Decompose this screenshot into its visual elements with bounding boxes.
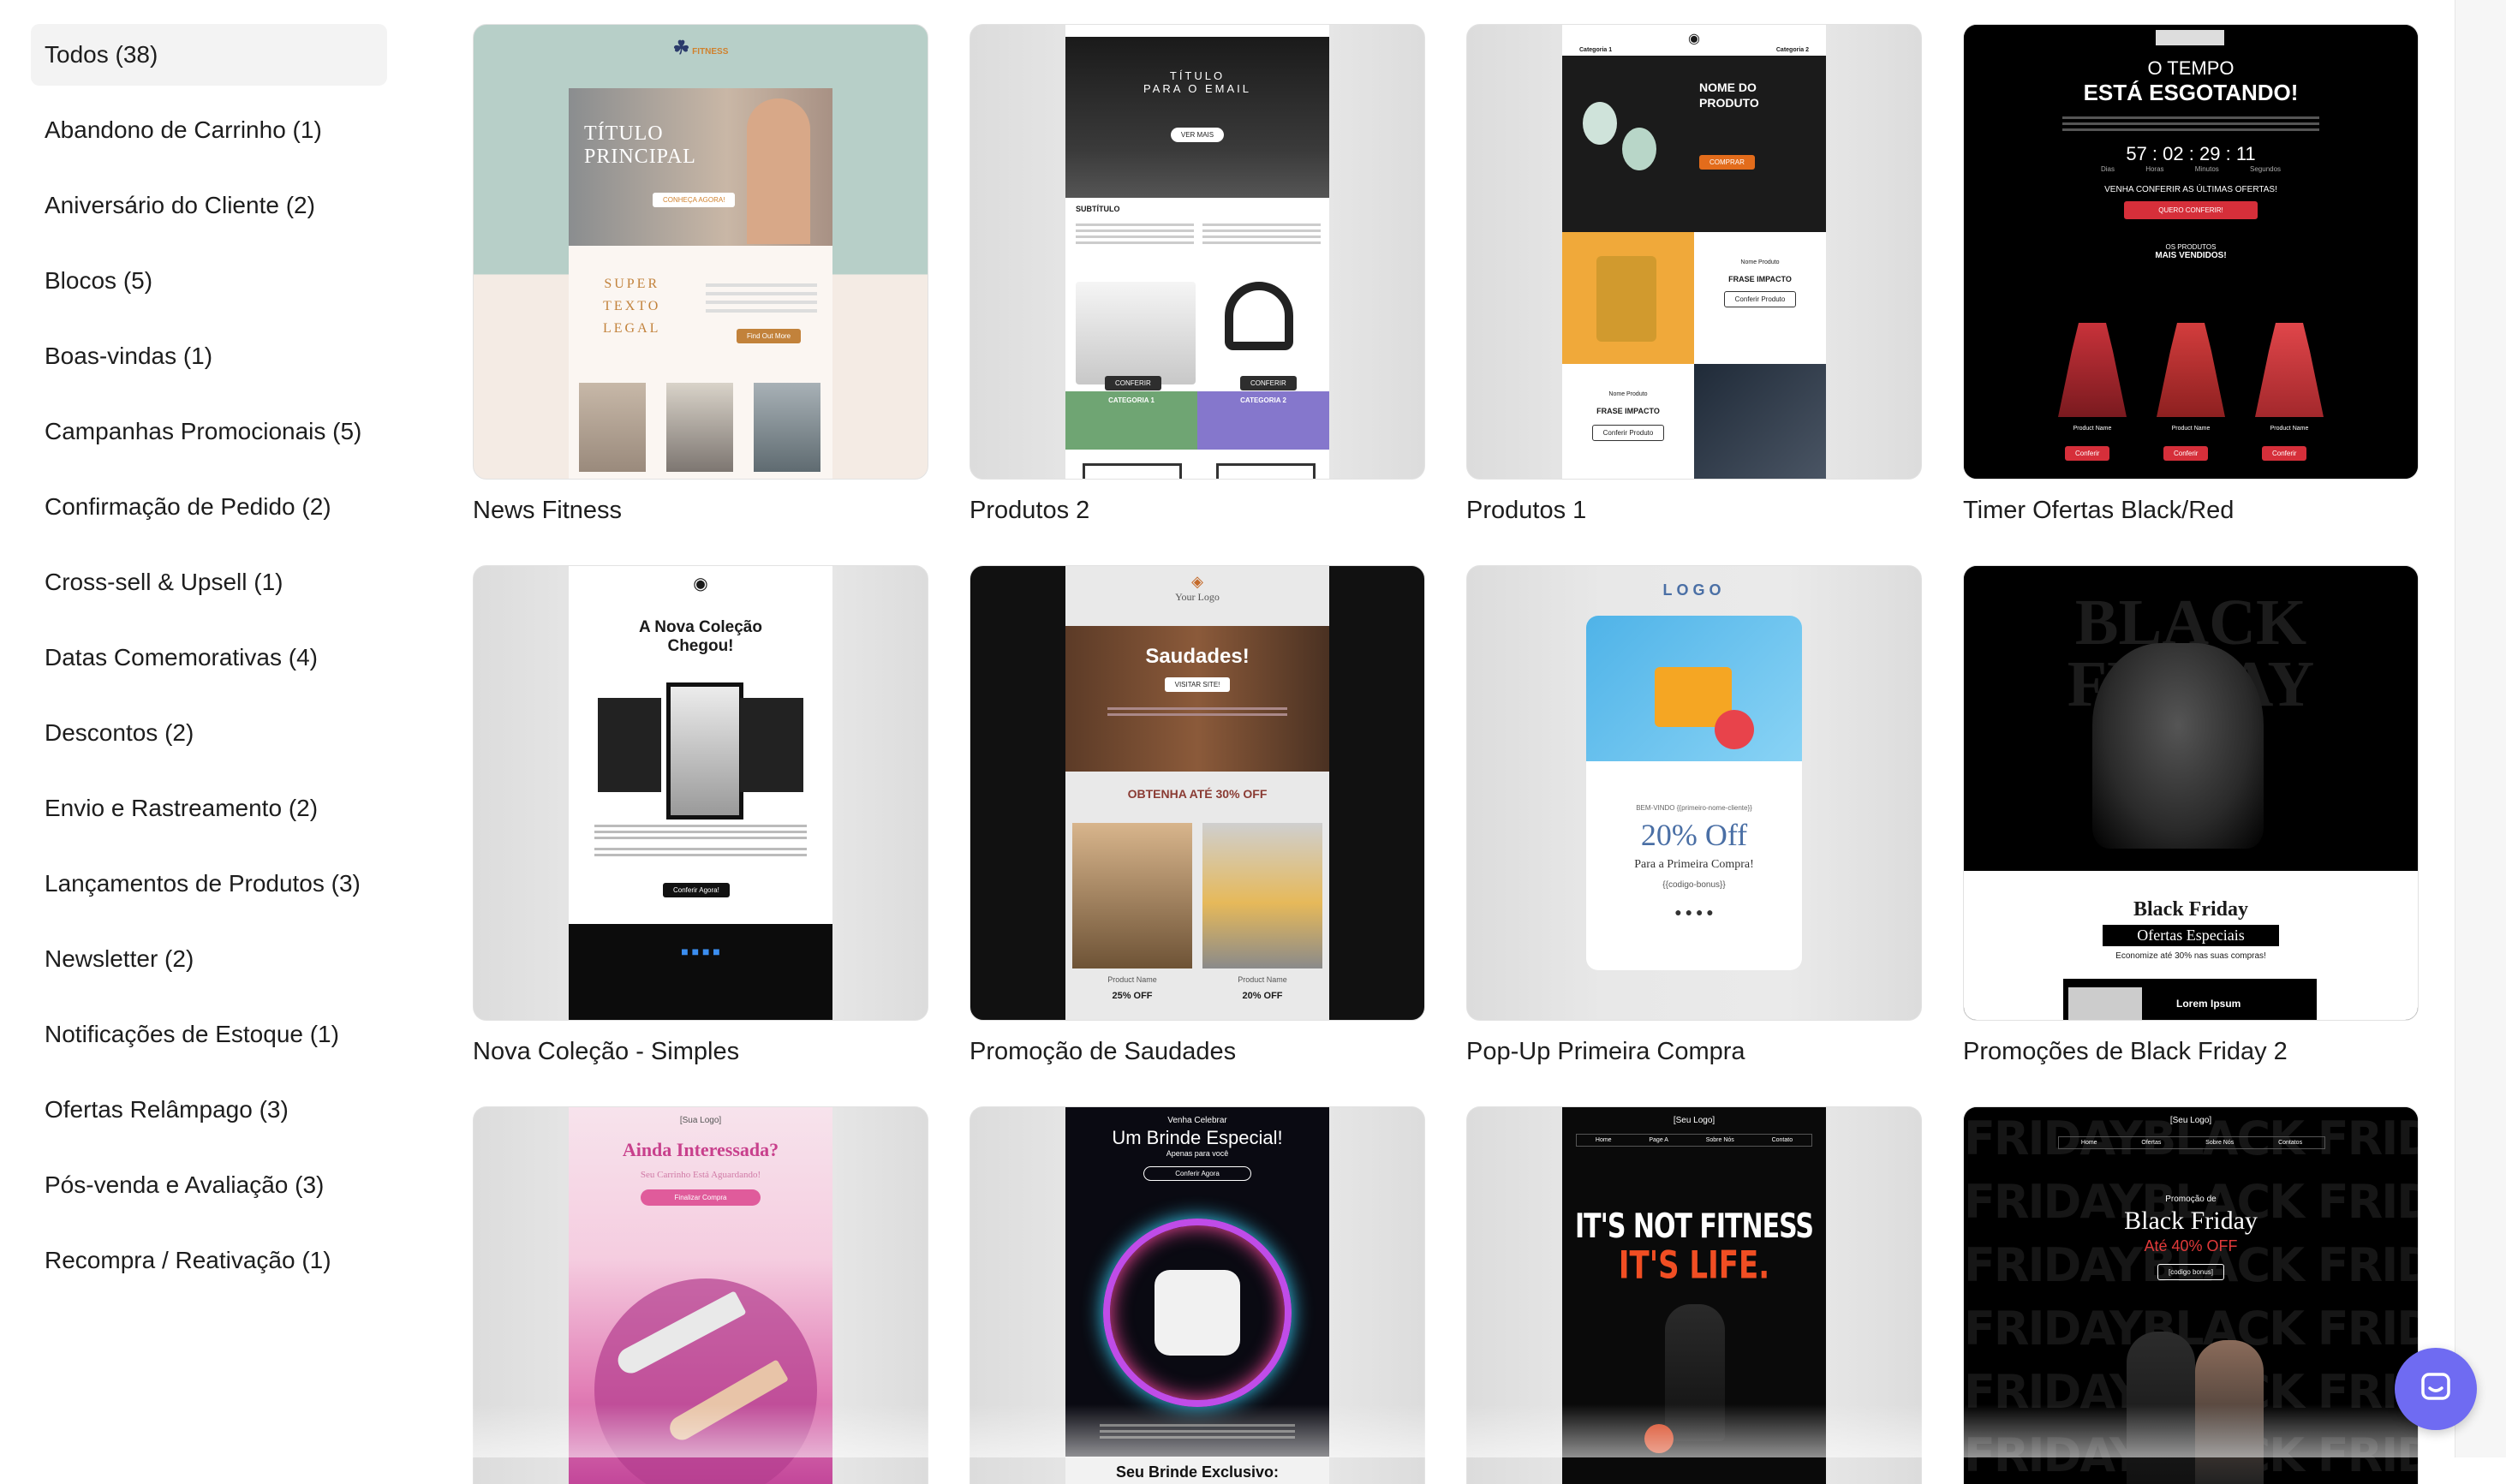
category-item[interactable]: Campanhas Promocionais (5): [31, 401, 387, 462]
template-title: Pop-Up Primeira Compra: [1466, 1038, 1745, 1065]
category-item[interactable]: Recompra / Reativação (1): [31, 1230, 387, 1291]
template-thumbnail[interactable]: [Sua Logo] Ainda Interessada? Seu Carrin…: [473, 1106, 928, 1484]
category-item[interactable]: Abandono de Carrinho (1): [31, 99, 387, 161]
template-thumbnail[interactable]: [Seu Logo] Home Page A Sobre Nós Contato IT…: [1466, 1106, 1922, 1484]
hero-image: TÍTULO PRINCIPAL CONHEÇA AGORA!: [569, 88, 832, 246]
template-thumbnail[interactable]: TÍTULO PARA O EMAIL VER MAIS SUBTÍTULO CO…: [970, 24, 1425, 480]
template-title: Promoções de Black Friday 2: [1963, 1038, 2288, 1065]
subheading: SUPER TEXTO LEGAL: [603, 277, 661, 336]
template-card[interactable]: [Seu Logo] Home Page A Sobre Nós Contato IT…: [1466, 1106, 1922, 1484]
template-card[interactable]: ◉ Categoria 1 Categoria 2 NOME DO PRODUTO…: [1466, 24, 1922, 525]
template-card[interactable]: Venha Celebrar Um Brinde Especial! Apena…: [970, 1106, 1425, 1484]
brand-logo: ☘ FITNESS: [672, 37, 729, 58]
template-thumbnail[interactable]: ◉ A Nova Coleção Chegou! Conferir Agora! …: [473, 565, 928, 1021]
template-title: Produtos 1: [1466, 497, 1587, 524]
category-item[interactable]: Descontos (2): [31, 702, 387, 764]
chat-icon: [2418, 1369, 2454, 1410]
template-card[interactable]: BLACK FRIDAY Black Friday Ofertas Especi…: [1963, 565, 2419, 1066]
chat-launcher-button[interactable]: [2395, 1348, 2477, 1430]
template-title: Timer Ofertas Black/Red: [1963, 497, 2235, 524]
hero-banner: TÍTULO PARA O EMAIL VER MAIS: [1065, 37, 1329, 198]
template-title: Produtos 2: [970, 497, 1090, 524]
template-card[interactable]: ◉ A Nova Coleção Chegou! Conferir Agora! …: [473, 565, 928, 1066]
category-item[interactable]: Aniversário do Cliente (2): [31, 175, 387, 236]
template-thumbnail[interactable]: LOGO BEM-VINDO {{primeiro-nome-cliente}}…: [1466, 565, 1922, 1021]
scrollbar-track[interactable]: [2455, 0, 2506, 1457]
countdown-timer: 57 : 02 : 29 : 11: [2126, 143, 2256, 164]
category-item[interactable]: Newsletter (2): [31, 928, 387, 990]
category-item[interactable]: Ofertas Relâmpago (3): [31, 1079, 387, 1141]
template-card[interactable]: O TEMPO ESTÁ ESGOTANDO! 57 : 02 : 29 : 1…: [1963, 24, 2419, 525]
category-item[interactable]: Envio e Rastreamento (2): [31, 778, 387, 839]
template-thumbnail[interactable]: FRIDAYBLACK FRIDAYBLACKFRIDAYBLACK FRIDA…: [1963, 1106, 2419, 1484]
template-card[interactable]: ☘ FITNESS TÍTULO PRINCIPAL CONHEÇA AGORA!…: [473, 24, 928, 525]
template-card[interactable]: LOGO BEM-VINDO {{primeiro-nome-cliente}}…: [1466, 565, 1922, 1066]
category-item[interactable]: Cross-sell & Upsell (1): [31, 551, 387, 613]
category-item[interactable]: Pós-venda e Avaliação (3): [31, 1154, 387, 1216]
template-title: News Fitness: [473, 497, 623, 524]
template-title: Promoção de Saudades: [970, 1038, 1237, 1065]
template-title: Nova Coleção - Simples: [473, 1038, 740, 1065]
template-thumbnail[interactable]: ☘ FITNESS TÍTULO PRINCIPAL CONHEÇA AGORA!…: [473, 24, 928, 480]
category-item[interactable]: Notificações de Estoque (1): [31, 1004, 387, 1065]
category-item[interactable]: Confirmação de Pedido (2): [31, 476, 387, 538]
category-all[interactable]: Todos (38): [31, 24, 387, 86]
category-sidebar: Todos (38) Abandono de Carrinho (1) Aniv…: [31, 24, 387, 1305]
template-thumbnail[interactable]: BLACK FRIDAY Black Friday Ofertas Especi…: [1963, 565, 2419, 1021]
category-item[interactable]: Datas Comemorativas (4): [31, 627, 387, 688]
template-card[interactable]: FRIDAYBLACK FRIDAYBLACKFRIDAYBLACK FRIDA…: [1963, 1106, 2419, 1484]
category-item[interactable]: Boas-vindas (1): [31, 325, 387, 387]
template-card[interactable]: [Sua Logo] Ainda Interessada? Seu Carrin…: [473, 1106, 928, 1484]
template-thumbnail[interactable]: ◈ Your Logo Saudades! VISITAR SITE! OBTE…: [970, 565, 1425, 1021]
category-item[interactable]: Blocos (5): [31, 250, 387, 312]
template-card[interactable]: ◈ Your Logo Saudades! VISITAR SITE! OBTE…: [970, 565, 1425, 1066]
template-thumbnail[interactable]: ◉ Categoria 1 Categoria 2 NOME DO PRODUTO…: [1466, 24, 1922, 480]
category-item[interactable]: Lançamentos de Produtos (3): [31, 853, 387, 915]
template-thumbnail[interactable]: Venha Celebrar Um Brinde Especial! Apena…: [970, 1106, 1425, 1484]
template-card[interactable]: TÍTULO PARA O EMAIL VER MAIS SUBTÍTULO CO…: [970, 24, 1425, 525]
template-thumbnail[interactable]: O TEMPO ESTÁ ESGOTANDO! 57 : 02 : 29 : 1…: [1963, 24, 2419, 480]
